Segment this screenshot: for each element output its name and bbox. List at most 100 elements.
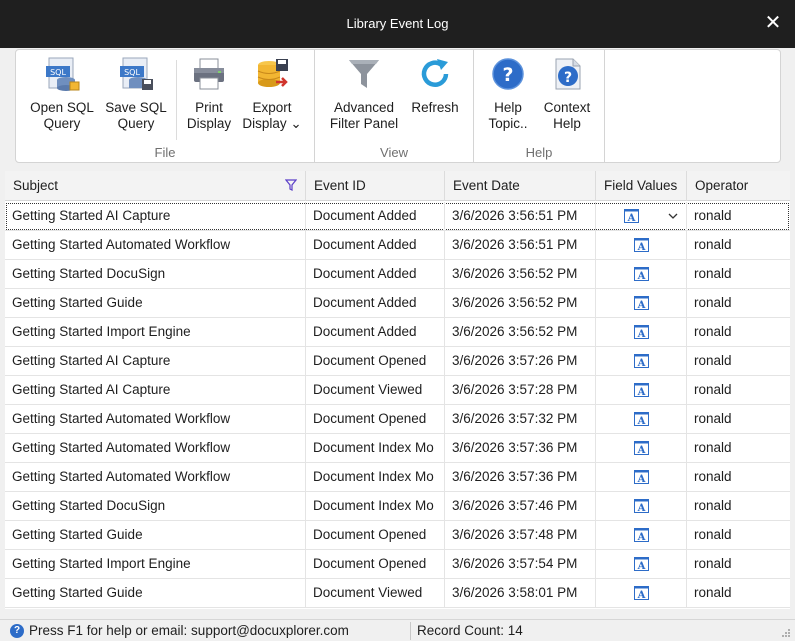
- table-row[interactable]: Getting Started Automated Workflow Docume…: [5, 405, 790, 434]
- status-record-count: Record Count: 14: [417, 623, 523, 638]
- cell-field-values[interactable]: A: [596, 550, 687, 578]
- resize-grip-icon[interactable]: [781, 628, 791, 638]
- print-display-button[interactable]: Print Display: [179, 56, 239, 132]
- cell-event-date: 3/6/2026 3:57:36 PM: [445, 463, 596, 491]
- chevron-down-icon[interactable]: [668, 211, 678, 221]
- cell-operator: ronald: [694, 208, 732, 223]
- cell-field-values[interactable]: A: [596, 405, 687, 433]
- table-row[interactable]: Getting Started DocuSign Document Added 3/…: [5, 260, 790, 289]
- column-header-subject-label: Subject: [13, 178, 59, 193]
- help-icon: ?: [10, 624, 24, 638]
- cell-operator: ronald: [694, 440, 732, 455]
- cell-event-date: 3/6/2026 3:57:26 PM: [445, 347, 596, 375]
- advanced-filter-panel-button[interactable]: Advanced Filter Panel: [325, 56, 403, 132]
- title-bar: Library Event Log ✕: [0, 0, 795, 48]
- cell-subject: Getting Started Guide: [5, 289, 306, 317]
- cell-field-values[interactable]: A: [596, 492, 687, 520]
- cell-subject: Getting Started AI Capture: [5, 202, 306, 230]
- field-values-icon[interactable]: A: [634, 325, 649, 339]
- field-values-icon[interactable]: A: [624, 209, 639, 223]
- window-title: Library Event Log: [346, 16, 449, 31]
- print-display-label: Print Display: [186, 100, 232, 131]
- refresh-button[interactable]: Refresh: [405, 56, 465, 116]
- svg-text:A: A: [637, 503, 646, 513]
- table-row[interactable]: Getting Started Automated Workflow Docume…: [5, 463, 790, 492]
- field-values-icon[interactable]: A: [634, 499, 649, 513]
- column-header-operator[interactable]: Operator: [687, 171, 790, 201]
- cell-subject: Getting Started Automated Workflow: [5, 434, 306, 462]
- table-row[interactable]: Getting Started Guide Document Opened 3/6/…: [5, 521, 790, 550]
- field-values-icon[interactable]: A: [634, 354, 649, 368]
- table-row[interactable]: Getting Started AI Capture Document Opene…: [5, 347, 790, 376]
- cell-field-values[interactable]: A: [596, 521, 687, 549]
- column-header-field-values[interactable]: Field Values: [596, 171, 687, 201]
- table-row[interactable]: Getting Started Import Engine Document Ad…: [5, 318, 790, 347]
- svg-text:?: ?: [564, 70, 572, 86]
- field-values-icon[interactable]: A: [634, 238, 649, 252]
- svg-text:A: A: [637, 300, 646, 310]
- cell-operator: ronald: [694, 411, 732, 426]
- cell-field-values[interactable]: A: [596, 463, 687, 491]
- svg-text:A: A: [637, 590, 646, 600]
- cell-subject: Getting Started Guide: [5, 579, 306, 607]
- column-filter-icon[interactable]: [285, 179, 297, 191]
- table-row[interactable]: Getting Started Guide Document Viewed 3/6/…: [5, 579, 790, 608]
- svg-text:A: A: [627, 213, 636, 223]
- table-row[interactable]: Getting Started Guide Document Added 3/6/2…: [5, 289, 790, 318]
- cell-event-date: 3/6/2026 3:58:01 PM: [445, 579, 596, 607]
- field-values-icon[interactable]: A: [634, 412, 649, 426]
- table-row[interactable]: Getting Started Automated Workflow Docume…: [5, 434, 790, 463]
- column-header-subject[interactable]: Subject: [5, 171, 306, 201]
- cell-event-date: 3/6/2026 3:57:28 PM: [445, 376, 596, 404]
- svg-text:SQL: SQL: [124, 68, 140, 77]
- cell-field-values[interactable]: A: [596, 347, 687, 375]
- export-display-button[interactable]: Export Display ⌄: [240, 56, 304, 132]
- table-row[interactable]: Getting Started DocuSign Document Index M…: [5, 492, 790, 521]
- column-header-event-id[interactable]: Event ID: [306, 171, 445, 201]
- cell-event-date: 3/6/2026 3:56:51 PM: [445, 202, 596, 230]
- column-header-event-date[interactable]: Event Date: [445, 171, 596, 201]
- status-help-message: Press F1 for help or email: support@docu…: [29, 623, 349, 638]
- cell-subject: Getting Started Import Engine: [5, 550, 306, 578]
- cell-field-values[interactable]: A: [596, 202, 687, 230]
- cell-field-values[interactable]: A: [596, 318, 687, 346]
- table-row[interactable]: Getting Started Import Engine Document Op…: [5, 550, 790, 579]
- field-values-icon[interactable]: A: [634, 441, 649, 455]
- save-sql-query-button[interactable]: SQL Save SQL Query: [100, 56, 172, 132]
- cell-subject: Getting Started Automated Workflow: [5, 405, 306, 433]
- context-help-button[interactable]: ? Context Help: [536, 56, 598, 132]
- cell-subject: Getting Started DocuSign: [5, 260, 306, 288]
- field-values-icon[interactable]: A: [634, 557, 649, 571]
- help-topics-button[interactable]: ? Help Topic..: [482, 56, 534, 132]
- open-sql-query-button[interactable]: SQL Open SQL Query: [26, 56, 98, 132]
- cell-event-id: Document Index Mo: [306, 463, 445, 491]
- svg-text:?: ?: [502, 64, 513, 86]
- cell-event-date: 3/6/2026 3:56:52 PM: [445, 289, 596, 317]
- ribbon-group-help: ? Help Topic.. ? Context Help Help: [474, 50, 605, 162]
- cell-field-values[interactable]: A: [596, 289, 687, 317]
- field-values-icon[interactable]: A: [634, 528, 649, 542]
- table-row[interactable]: Getting Started AI Capture Document Added…: [5, 202, 790, 231]
- cell-event-date: 3/6/2026 3:56:52 PM: [445, 318, 596, 346]
- cell-operator: ronald: [694, 382, 732, 397]
- field-values-icon[interactable]: A: [634, 296, 649, 310]
- field-values-icon[interactable]: A: [634, 586, 649, 600]
- cell-field-values[interactable]: A: [596, 260, 687, 288]
- cell-field-values[interactable]: A: [596, 434, 687, 462]
- cell-field-values[interactable]: A: [596, 231, 687, 259]
- cell-field-values[interactable]: A: [596, 376, 687, 404]
- svg-text:A: A: [637, 242, 646, 252]
- field-values-icon[interactable]: A: [634, 383, 649, 397]
- context-help-label: Context Help: [543, 100, 591, 131]
- close-icon[interactable]: ✕: [761, 11, 785, 35]
- svg-text:A: A: [637, 532, 646, 542]
- cell-operator: ronald: [694, 585, 732, 600]
- field-values-icon[interactable]: A: [634, 470, 649, 484]
- cell-field-values[interactable]: A: [596, 579, 687, 607]
- cell-subject: Getting Started Guide: [5, 521, 306, 549]
- table-row[interactable]: Getting Started Automated Workflow Docume…: [5, 231, 790, 260]
- field-values-icon[interactable]: A: [634, 267, 649, 281]
- cell-operator: ronald: [694, 469, 732, 484]
- refresh-label: Refresh: [411, 100, 459, 115]
- table-row[interactable]: Getting Started AI Capture Document Viewe…: [5, 376, 790, 405]
